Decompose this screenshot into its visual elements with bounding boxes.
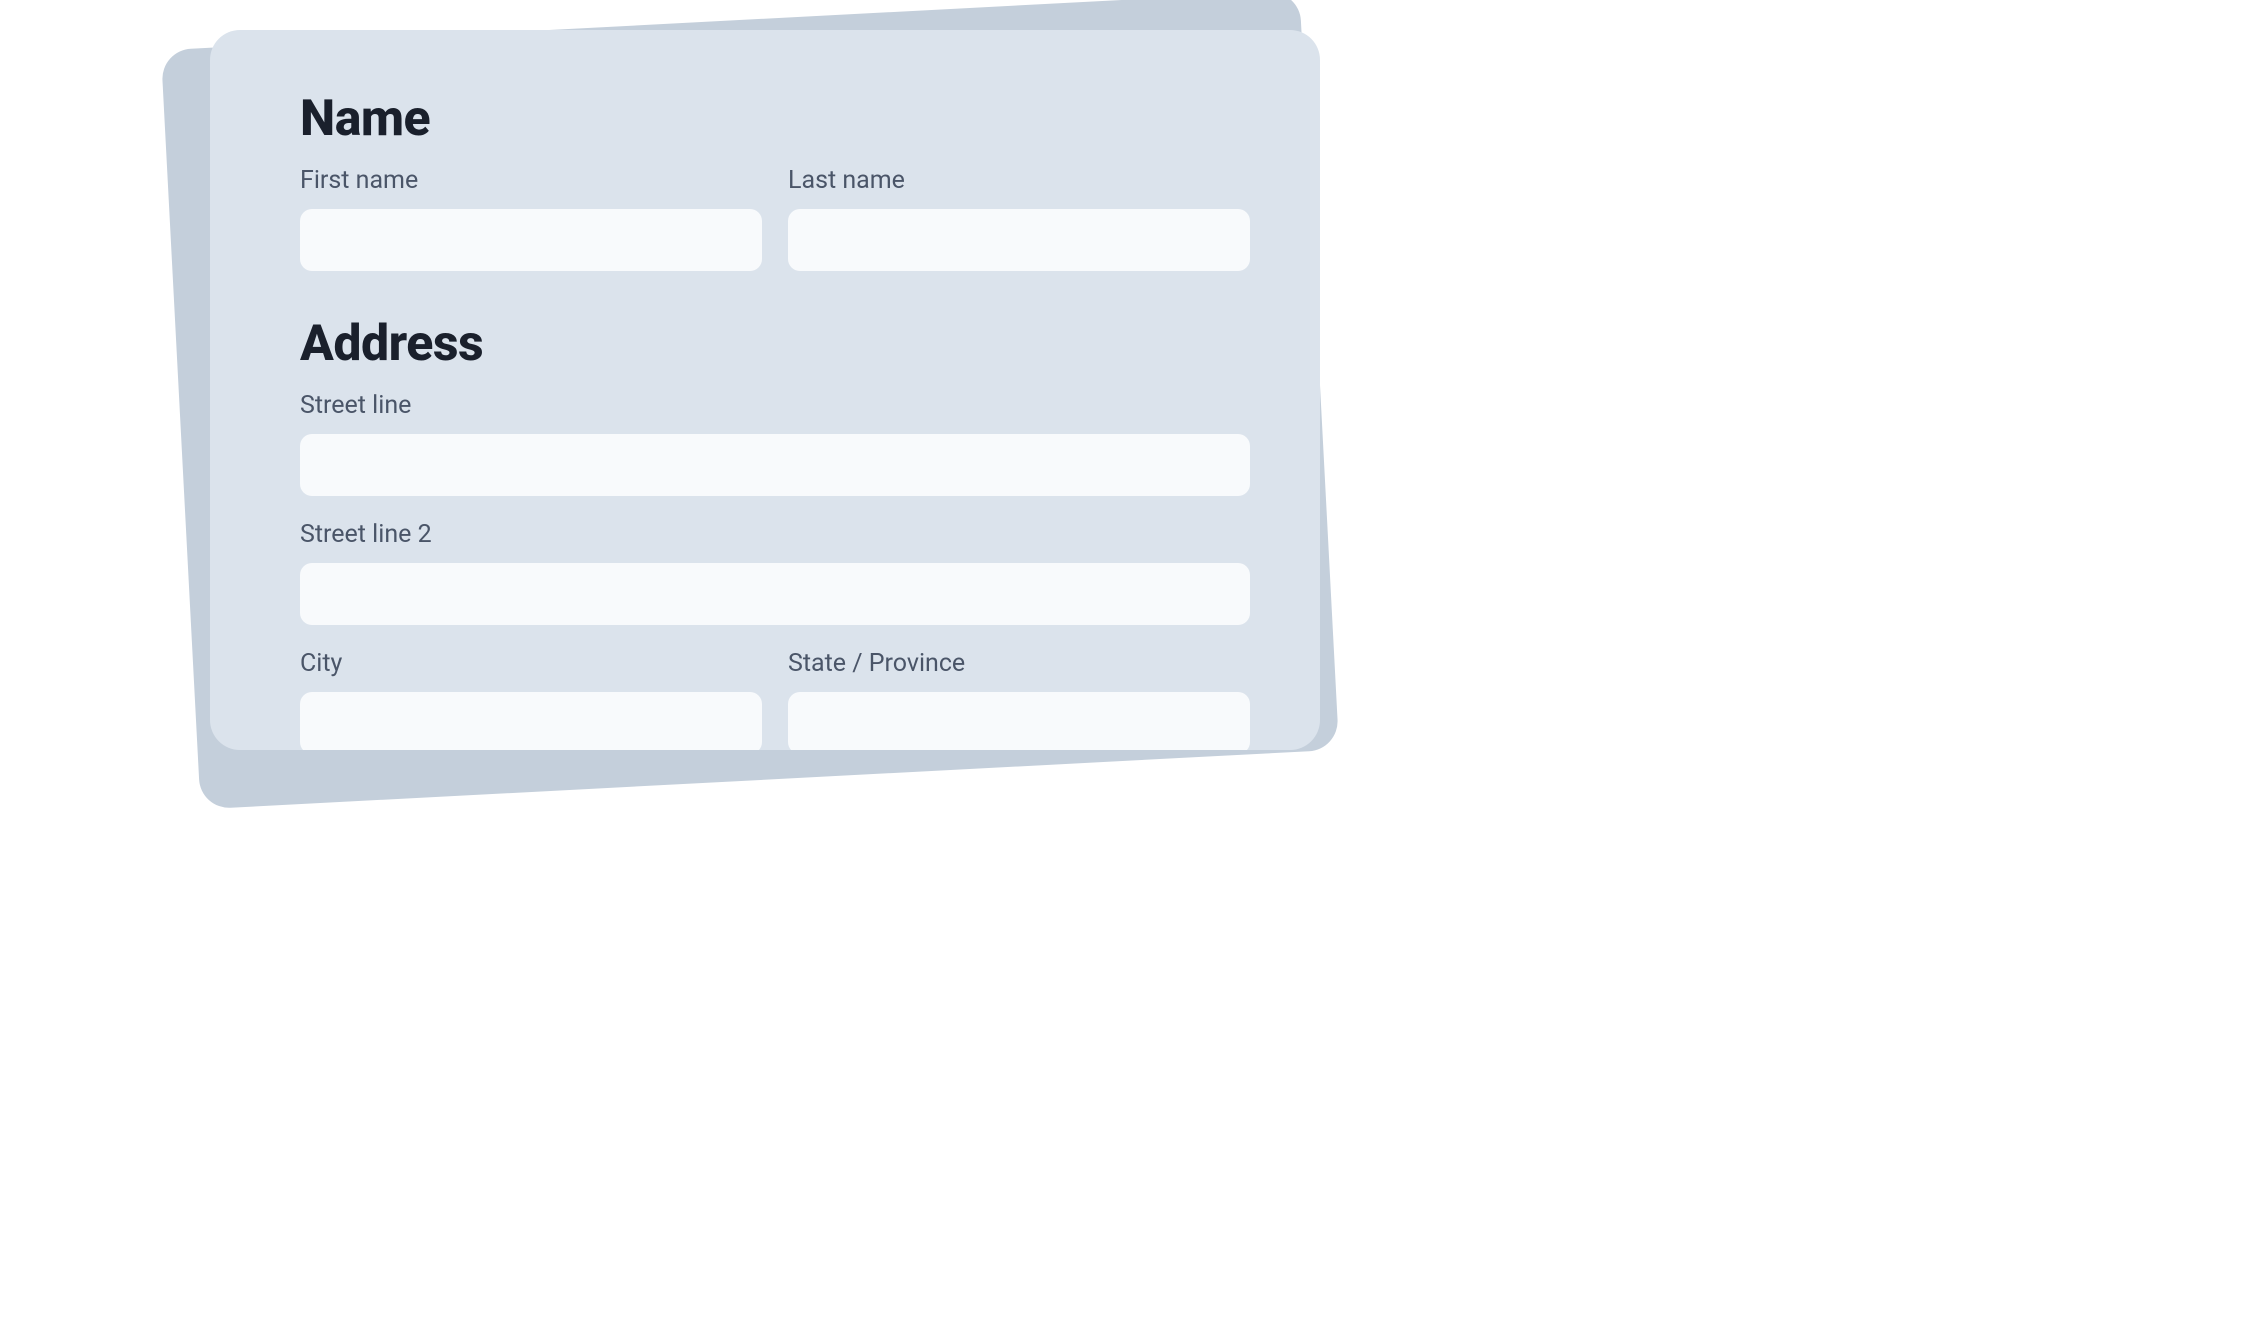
name-row: First name Last name — [300, 166, 1250, 271]
street-line-label: Street line — [300, 391, 1250, 420]
form-card: Name First name Last name Address Street… — [210, 30, 1320, 750]
city-state-row: City State / Province — [300, 649, 1250, 750]
form-card-stack: Name First name Last name Address Street… — [180, 20, 1340, 800]
last-name-input[interactable] — [788, 209, 1250, 271]
last-name-label: Last name — [788, 166, 1250, 195]
city-field: City — [300, 649, 762, 750]
state-label: State / Province — [788, 649, 1250, 678]
name-section-heading: Name — [300, 90, 1250, 148]
city-input[interactable] — [300, 692, 762, 750]
first-name-input[interactable] — [300, 209, 762, 271]
address-section-heading: Address — [300, 315, 1250, 373]
street-line-2-label: Street line 2 — [300, 520, 1250, 549]
first-name-field: First name — [300, 166, 762, 271]
street-line-field: Street line — [300, 391, 1250, 496]
street-line-input[interactable] — [300, 434, 1250, 496]
first-name-label: First name — [300, 166, 762, 195]
street-line-2-field: Street line 2 — [300, 520, 1250, 625]
city-label: City — [300, 649, 762, 678]
last-name-field: Last name — [788, 166, 1250, 271]
state-field: State / Province — [788, 649, 1250, 750]
state-input[interactable] — [788, 692, 1250, 750]
street-line-2-input[interactable] — [300, 563, 1250, 625]
